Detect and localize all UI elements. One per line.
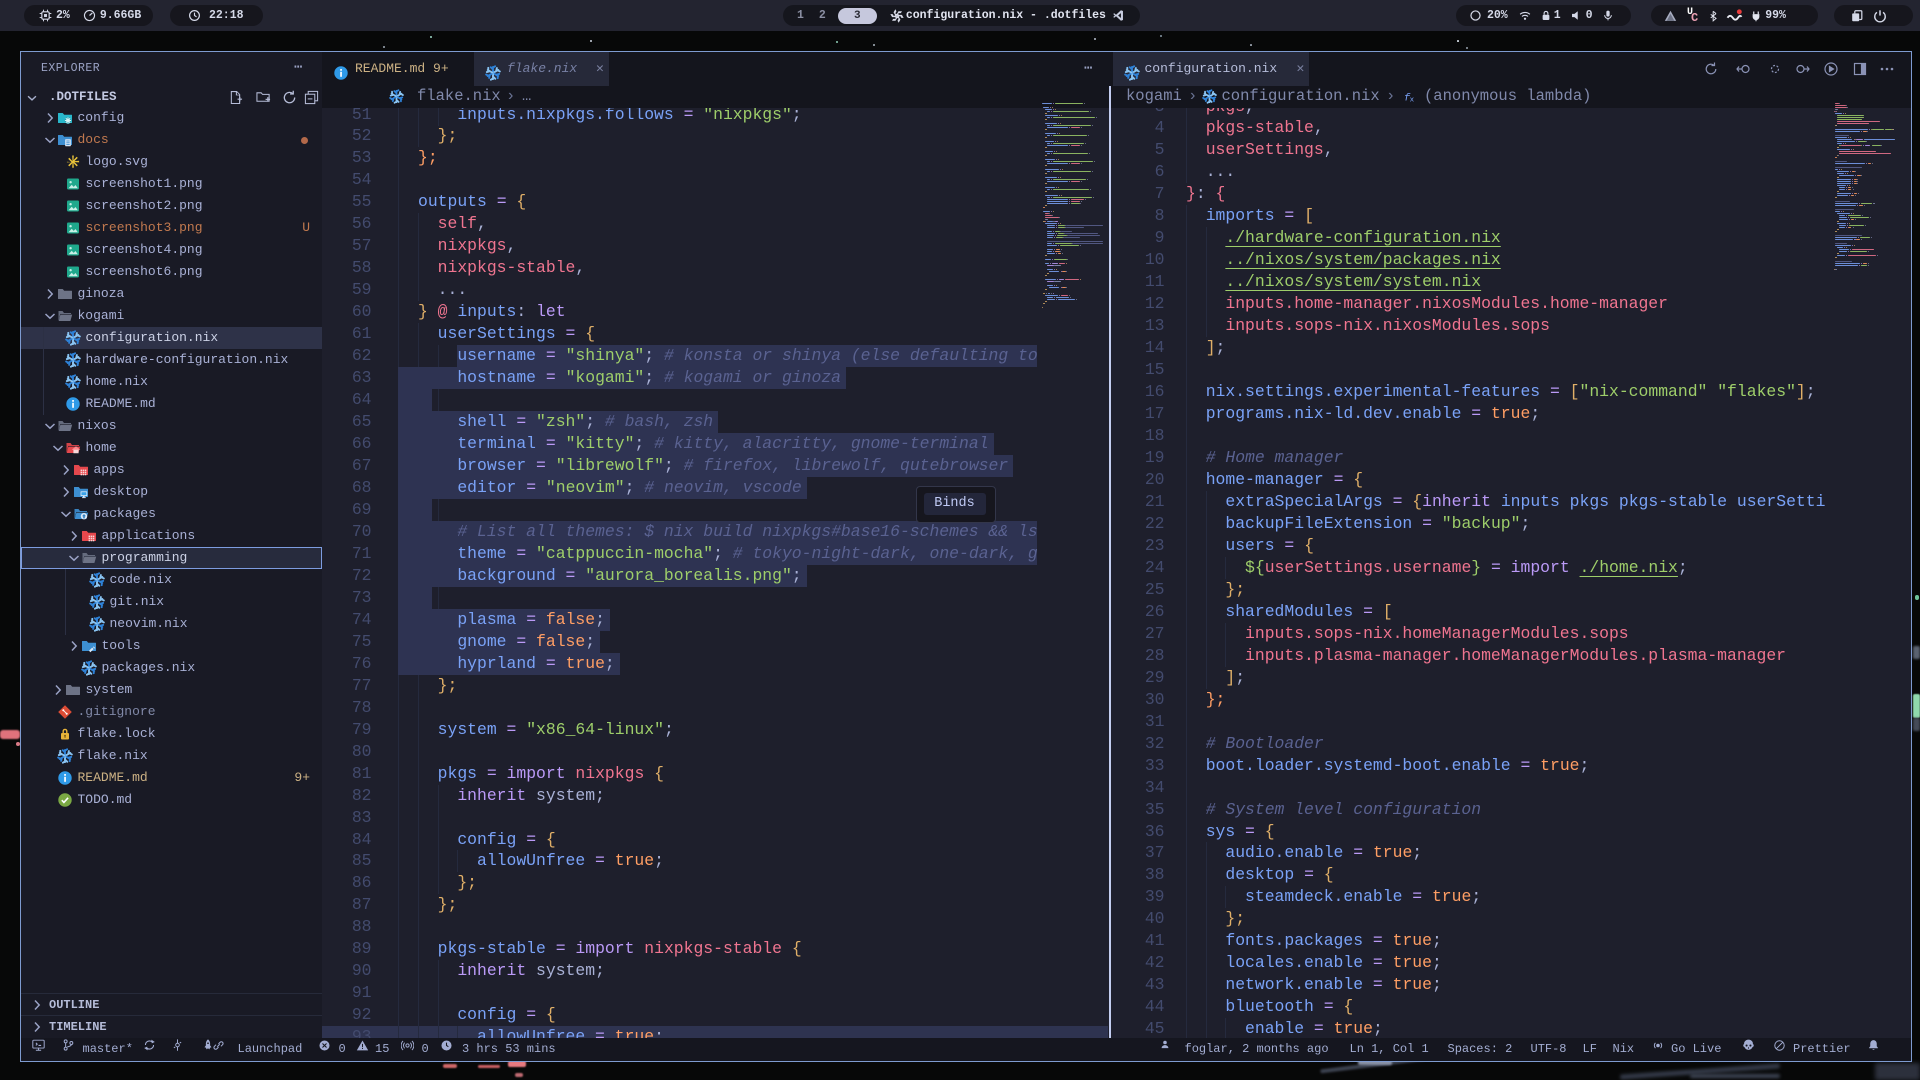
svg-text:x: x [1410,97,1415,104]
